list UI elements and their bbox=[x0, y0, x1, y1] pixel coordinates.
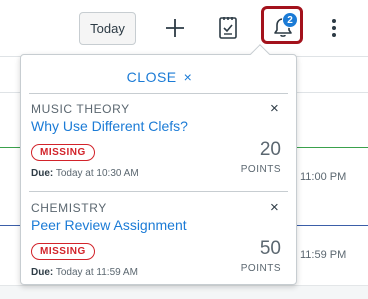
close-icon: × bbox=[183, 69, 193, 85]
item-due-date: Due: Today at 11:59 AM bbox=[31, 267, 138, 278]
close-popover-button[interactable]: CLOSE × bbox=[21, 67, 298, 87]
missing-item: MUSIC THEORY × Why Use Different Clefs? … bbox=[21, 100, 298, 192]
add-todo-button[interactable] bbox=[162, 15, 188, 41]
due-value: Today at 11:59 AM bbox=[55, 267, 138, 278]
todo-list-icon bbox=[219, 17, 237, 39]
points-label: POINTS bbox=[240, 164, 281, 175]
item-title-link[interactable]: Peer Review Assignment bbox=[31, 217, 187, 233]
missing-items-popover: CLOSE × MUSIC THEORY × Why Use Different… bbox=[20, 54, 297, 285]
planner-time: 11:59 PM bbox=[300, 249, 347, 261]
item-divider bbox=[29, 93, 288, 94]
missing-status-badge: MISSING bbox=[31, 243, 95, 260]
missing-status-badge: MISSING bbox=[31, 144, 95, 161]
more-options-button[interactable] bbox=[326, 15, 342, 41]
planner-time: 11:00 PM bbox=[300, 171, 347, 183]
due-label: Due: bbox=[31, 267, 54, 278]
planner-toolbar: Today 2 bbox=[0, 0, 368, 56]
planner-footer bbox=[0, 285, 368, 299]
due-value: Today at 10:30 AM bbox=[55, 168, 139, 179]
notifications-button[interactable]: 2 bbox=[261, 6, 303, 44]
due-label: Due: bbox=[31, 168, 54, 179]
dismiss-item-button[interactable]: × bbox=[270, 199, 279, 216]
item-course: MUSIC THEORY bbox=[31, 102, 130, 116]
notification-count-badge: 2 bbox=[282, 12, 298, 28]
todo-list-button[interactable] bbox=[215, 14, 241, 42]
item-divider bbox=[29, 191, 288, 192]
close-label: CLOSE bbox=[126, 69, 177, 85]
points-label: POINTS bbox=[240, 263, 281, 274]
today-button[interactable]: Today bbox=[79, 12, 136, 45]
item-points: 50 bbox=[259, 238, 281, 259]
plus-icon bbox=[166, 19, 184, 37]
dismiss-item-button[interactable]: × bbox=[270, 100, 279, 117]
more-vertical-icon bbox=[332, 19, 336, 37]
item-points: 20 bbox=[259, 139, 281, 160]
item-course: CHEMISTRY bbox=[31, 201, 107, 215]
item-title-link[interactable]: Why Use Different Clefs? bbox=[31, 118, 188, 134]
item-due-date: Due: Today at 10:30 AM bbox=[31, 168, 139, 179]
missing-item: CHEMISTRY × Peer Review Assignment MISSI… bbox=[21, 199, 298, 281]
